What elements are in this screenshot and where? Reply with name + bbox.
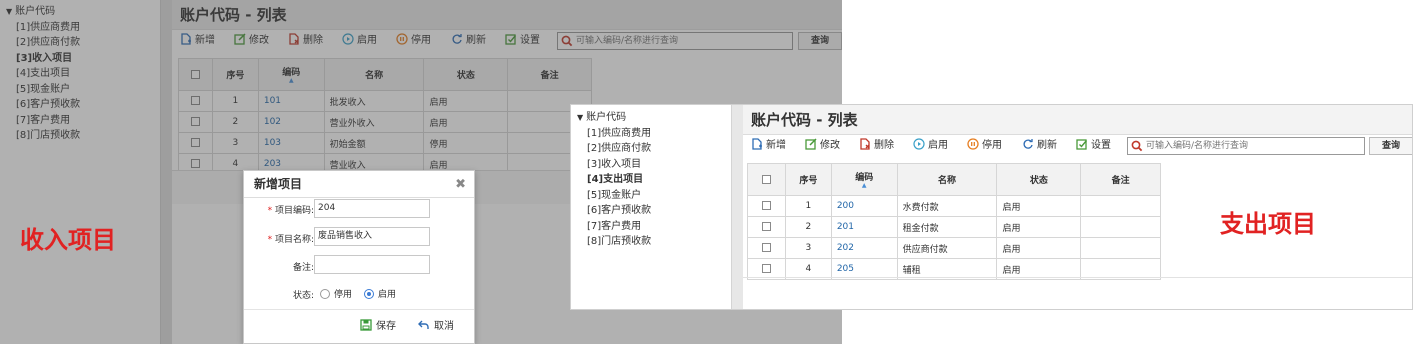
sort-asc-icon: ▲ xyxy=(861,182,867,189)
add-icon xyxy=(752,138,762,150)
settings-icon xyxy=(1076,139,1088,150)
note-input[interactable] xyxy=(314,255,430,274)
column-header-no: 序号 xyxy=(784,163,832,196)
add-item-dialog: 新增项目 ✖ * 项目编码: 204 * 项目名称: 废品销售收入 备注: 状态… xyxy=(243,170,475,344)
required-mark: * xyxy=(267,235,275,245)
toolbar: 新增 修改 删除 启用 停用 刷新 设置 查询 xyxy=(743,135,1412,157)
save-button[interactable]: 保存 xyxy=(360,317,396,332)
page-title: 账户代码 - 列表 xyxy=(743,105,1412,135)
delete-button[interactable]: 删除 xyxy=(859,137,894,155)
row-checkbox[interactable] xyxy=(761,222,771,231)
dialog-footer-divider xyxy=(244,309,474,310)
cell-status: 启用 xyxy=(996,237,1082,259)
item-name-label: * 项目名称: xyxy=(267,235,314,245)
row-checkbox[interactable] xyxy=(761,264,771,273)
tree-item-supplier-fee[interactable]: [1]供应商费用 xyxy=(571,126,743,142)
cell-name: 租金付款 xyxy=(896,216,998,238)
column-header-code[interactable]: 编码 ▲ xyxy=(830,163,898,196)
caption-income: 收入项目 xyxy=(20,226,116,254)
row-checkbox[interactable] xyxy=(761,201,771,210)
cancel-icon xyxy=(418,320,429,329)
save-icon xyxy=(360,319,372,331)
search-input[interactable] xyxy=(1146,139,1360,153)
item-code-label: * 项目编码: xyxy=(267,206,314,216)
cell-note xyxy=(1080,216,1161,238)
sidebar-divider xyxy=(731,105,743,309)
account-table: 序号 编码 ▲ 名称 状态 备注 1 200 水费付款 启用 2 201 租金付… xyxy=(747,163,1161,280)
add-button[interactable]: 新增 xyxy=(751,137,786,155)
select-all-cell[interactable] xyxy=(747,163,786,196)
edit-icon xyxy=(805,138,817,150)
note-label: 备注: xyxy=(292,263,314,273)
status-radio-disabled[interactable]: 停用 xyxy=(320,287,352,300)
tree-item-income[interactable]: [3]收入项目 xyxy=(571,157,743,173)
cell-code[interactable]: 200 xyxy=(830,195,898,217)
column-header-note: 备注 xyxy=(1080,163,1161,196)
tree-root[interactable]: ▼ 账户代码 xyxy=(571,110,743,126)
select-all-checkbox[interactable] xyxy=(761,174,771,184)
cell-note xyxy=(1080,237,1161,259)
column-header-status: 状态 xyxy=(996,163,1082,196)
row-checkbox-cell[interactable] xyxy=(747,195,786,217)
cell-no: 3 xyxy=(784,237,832,259)
disable-icon xyxy=(967,138,979,150)
required-mark: * xyxy=(267,206,275,216)
cell-code[interactable]: 202 xyxy=(830,237,898,259)
dialog-title: 新增项目 xyxy=(244,171,474,198)
caret-down-icon: ▼ xyxy=(577,113,584,122)
search-box[interactable] xyxy=(1127,137,1365,155)
disable-button[interactable]: 停用 xyxy=(967,137,1002,155)
tree-item-customer-prepay[interactable]: [6]客户预收款 xyxy=(571,203,743,219)
table-row[interactable]: 1 200 水费付款 启用 xyxy=(747,195,1161,217)
caption-expense: 支出项目 xyxy=(1220,210,1316,238)
query-button[interactable]: 查询 xyxy=(1369,137,1412,155)
row-checkbox[interactable] xyxy=(761,243,771,252)
table-row[interactable]: 3 202 供应商付款 启用 xyxy=(747,237,1161,259)
table-footer-line xyxy=(743,277,1412,278)
item-code-input[interactable]: 204 xyxy=(314,199,430,218)
refresh-icon xyxy=(1023,139,1033,149)
refresh-button[interactable]: 刷新 xyxy=(1022,137,1057,155)
tree-item-cash-account[interactable]: [5]现金账户 xyxy=(571,188,743,204)
tree-item-supplier-payment[interactable]: [2]供应商付款 xyxy=(571,141,743,157)
enable-button[interactable]: 启用 xyxy=(913,137,948,155)
cell-no: 1 xyxy=(784,195,832,217)
column-header-name: 名称 xyxy=(896,163,998,196)
settings-button[interactable]: 设置 xyxy=(1076,137,1111,155)
table-header-row: 序号 编码 ▲ 名称 状态 备注 xyxy=(747,163,1161,196)
cell-note xyxy=(1080,195,1161,217)
row-checkbox-cell[interactable] xyxy=(747,237,786,259)
row-checkbox-cell[interactable] xyxy=(747,216,786,238)
close-icon[interactable]: ✖ xyxy=(455,171,466,198)
tree-item-store-prepay[interactable]: [8]门店预收款 xyxy=(571,234,743,250)
radio-enabled[interactable] xyxy=(364,289,374,299)
table-row[interactable]: 2 201 租金付款 启用 xyxy=(747,216,1161,238)
cell-code[interactable]: 201 xyxy=(830,216,898,238)
enable-icon xyxy=(913,138,925,150)
cell-name: 供应商付款 xyxy=(896,237,998,259)
cancel-button[interactable]: 取消 xyxy=(418,317,454,332)
delete-icon xyxy=(860,138,870,150)
radio-disabled[interactable] xyxy=(320,289,330,299)
cell-status: 启用 xyxy=(996,195,1082,217)
status-label: 状态: xyxy=(292,291,314,301)
status-radio-enabled[interactable]: 启用 xyxy=(364,287,396,300)
tree-item-expense[interactable]: [4]支出项目 xyxy=(571,172,743,188)
cell-name: 水费付款 xyxy=(896,195,998,217)
edit-button[interactable]: 修改 xyxy=(805,137,840,155)
item-name-input[interactable]: 废品销售收入 xyxy=(314,227,430,246)
right-account-tree: ▼ 账户代码 [1]供应商费用 [2]供应商付款 [3]收入项目 [4]支出项目 … xyxy=(571,105,743,309)
cell-status: 启用 xyxy=(996,216,1082,238)
tree-item-customer-fee[interactable]: [7]客户费用 xyxy=(571,219,743,235)
search-icon xyxy=(1131,140,1143,152)
cell-no: 2 xyxy=(784,216,832,238)
